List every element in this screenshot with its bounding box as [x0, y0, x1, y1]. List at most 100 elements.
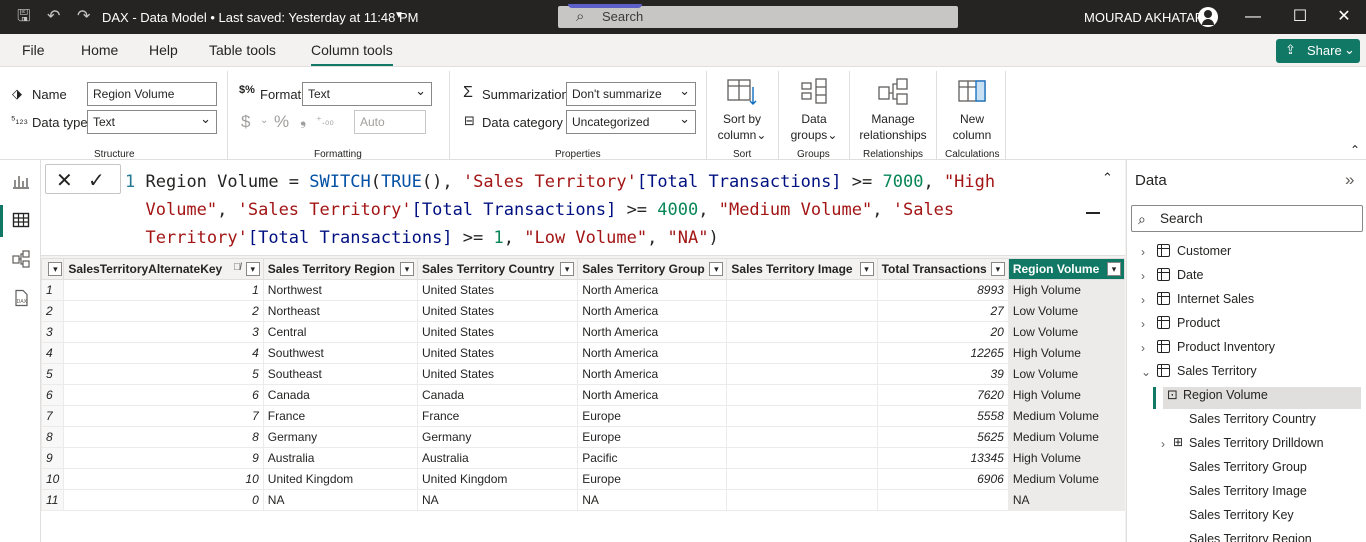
chevron-right-icon[interactable]: › [1141, 341, 1145, 355]
data-groups-button[interactable]: Data groups⌄ [785, 77, 843, 145]
tab-table-tools[interactable]: Table tools [209, 42, 276, 58]
country-cell[interactable]: United States [416, 279, 579, 301]
region-cell[interactable]: Northeast [262, 300, 419, 322]
share-button[interactable]: ⇪ Share ⌄ [1276, 39, 1360, 63]
comma-icon[interactable]: ❟ [300, 112, 306, 130]
region-cell[interactable]: Southwest [262, 342, 419, 364]
dax-formula-editor[interactable]: 1 Region Volume = SWITCH(TRUE(), 'Sales … [125, 168, 1085, 252]
chevron-right-icon[interactable]: › [1161, 437, 1165, 451]
row-index-cell[interactable]: 9 [41, 447, 65, 469]
row-index-cell[interactable]: 11 [41, 489, 65, 511]
collapse-formula-icon[interactable]: ⌃ [1102, 170, 1113, 186]
column-header[interactable]: SalesTerritoryAlternateKey 👁̸ ▾ [63, 258, 264, 280]
chevron-right-icon[interactable]: › [1141, 269, 1145, 283]
collapse-pane-icon[interactable]: » [1345, 170, 1354, 190]
total-transactions-cell[interactable]: 13345 [876, 447, 1009, 469]
user-name[interactable]: MOURAD AKHATAR [1084, 10, 1204, 25]
key-cell[interactable]: 10 [63, 468, 264, 490]
column-filter-button[interactable]: ▾ [560, 262, 575, 276]
tree-field-item[interactable]: Sales Territory Image [1153, 483, 1361, 505]
table-row[interactable]: 2 2 Northeast United States North America 27 L… [41, 300, 1125, 322]
group-cell[interactable]: Europe [577, 468, 728, 490]
country-cell[interactable]: United Kingdom [416, 468, 579, 490]
country-cell[interactable]: United States [416, 300, 579, 322]
row-index-cell[interactable]: 7 [41, 405, 65, 427]
image-cell[interactable] [726, 468, 878, 490]
country-cell[interactable]: Canada [416, 384, 579, 406]
country-cell[interactable]: United States [416, 342, 579, 364]
tree-table-item[interactable]: › Product [1141, 315, 1361, 337]
country-cell[interactable]: Germany [416, 426, 579, 448]
key-cell[interactable]: 7 [63, 405, 264, 427]
tree-field-item[interactable]: ⊡ Region Volume [1153, 387, 1361, 409]
table-row[interactable]: 7 7 France France Europe 5558 Medium Volume [41, 405, 1125, 427]
column-header-selected[interactable]: Region Volume ▾ [1007, 258, 1125, 280]
total-transactions-cell[interactable]: 39 [876, 363, 1009, 385]
group-cell[interactable]: North America [577, 321, 728, 343]
total-transactions-cell[interactable] [876, 489, 1009, 511]
minimize-button[interactable]: — [1242, 6, 1264, 28]
chevron-down-icon[interactable]: ⌄ [1141, 365, 1151, 379]
key-cell[interactable]: 8 [63, 426, 264, 448]
group-cell[interactable]: North America [577, 384, 728, 406]
group-cell[interactable]: NA [577, 489, 728, 511]
image-cell[interactable] [726, 384, 878, 406]
title-dropdown-icon[interactable]: ▼ [394, 10, 404, 21]
row-index-cell[interactable]: 1 [41, 279, 65, 301]
table-row[interactable]: 11 0 NA NA NA NA [41, 489, 1125, 511]
tree-field-item[interactable]: › ⊞ Sales Territory Drilldown [1153, 435, 1361, 457]
total-transactions-cell[interactable]: 12265 [876, 342, 1009, 364]
column-filter-button[interactable]: ▾ [400, 262, 414, 276]
country-cell[interactable]: France [416, 405, 579, 427]
data-pane-search[interactable]: ⌕ Search [1131, 205, 1363, 232]
row-index-cell[interactable]: 2 [41, 300, 65, 322]
group-cell[interactable]: North America [577, 279, 728, 301]
group-cell[interactable]: North America [577, 363, 728, 385]
column-header[interactable]: Sales Territory Region ▾ [262, 258, 419, 280]
region-cell[interactable]: Southeast [262, 363, 419, 385]
total-transactions-cell[interactable]: 5558 [876, 405, 1009, 427]
image-cell[interactable] [726, 279, 878, 301]
total-transactions-cell[interactable]: 6906 [876, 468, 1009, 490]
chevron-right-icon[interactable]: › [1141, 317, 1145, 331]
region-volume-cell[interactable]: High Volume [1007, 447, 1125, 469]
region-cell[interactable]: Central [262, 321, 419, 343]
tab-help[interactable]: Help [149, 42, 178, 58]
save-icon[interactable]: 🖫 [17, 8, 31, 26]
tab-home[interactable]: Home [81, 42, 118, 58]
table-row[interactable]: 3 3 Central United States North America 20 Low… [41, 321, 1125, 343]
column-header[interactable]: Total Transactions ▾ [876, 258, 1009, 280]
close-button[interactable]: ✕ [1333, 6, 1355, 28]
undo-icon[interactable]: ↶ [47, 8, 60, 26]
table-row[interactable]: 9 9 Australia Australia Pacific 13345 High Vol… [41, 447, 1125, 469]
group-cell[interactable]: Europe [577, 426, 728, 448]
total-transactions-cell[interactable]: 20 [876, 321, 1009, 343]
total-transactions-cell[interactable]: 7620 [876, 384, 1009, 406]
image-cell[interactable] [726, 405, 878, 427]
region-volume-cell[interactable]: Medium Volume [1007, 405, 1125, 427]
maximize-button[interactable]: ☐ [1289, 6, 1311, 28]
image-cell[interactable] [726, 489, 878, 511]
dax-query-view-icon[interactable]: DAX [11, 289, 31, 309]
tree-field-item[interactable]: Sales Territory Country [1153, 411, 1361, 433]
region-cell[interactable]: France [262, 405, 419, 427]
table-view-icon[interactable] [0, 205, 31, 237]
image-cell[interactable] [726, 426, 878, 448]
tree-field-item[interactable]: Sales Territory Key [1153, 507, 1361, 529]
tree-field-item[interactable]: Sales Territory Group [1153, 459, 1361, 481]
collapse-ribbon-icon[interactable]: ⌃ [1350, 143, 1360, 157]
manage-relationships-button[interactable]: Manage relationships [855, 77, 931, 145]
key-cell[interactable]: 1 [63, 279, 264, 301]
column-filter-button[interactable]: ▾ [709, 262, 724, 276]
image-cell[interactable] [726, 363, 878, 385]
key-cell[interactable]: 0 [63, 489, 264, 511]
region-cell[interactable]: Northwest [262, 279, 419, 301]
key-cell[interactable]: 6 [63, 384, 264, 406]
row-index-header[interactable]: ▾ [41, 258, 65, 280]
tree-table-item[interactable]: › Internet Sales [1141, 291, 1361, 313]
table-row[interactable]: 5 5 Southeast United States North America 39 L… [41, 363, 1125, 385]
title-search-box[interactable]: ⌕ Search [558, 4, 958, 28]
group-cell[interactable]: Pacific [577, 447, 728, 469]
row-index-cell[interactable]: 4 [41, 342, 65, 364]
row-index-cell[interactable]: 6 [41, 384, 65, 406]
